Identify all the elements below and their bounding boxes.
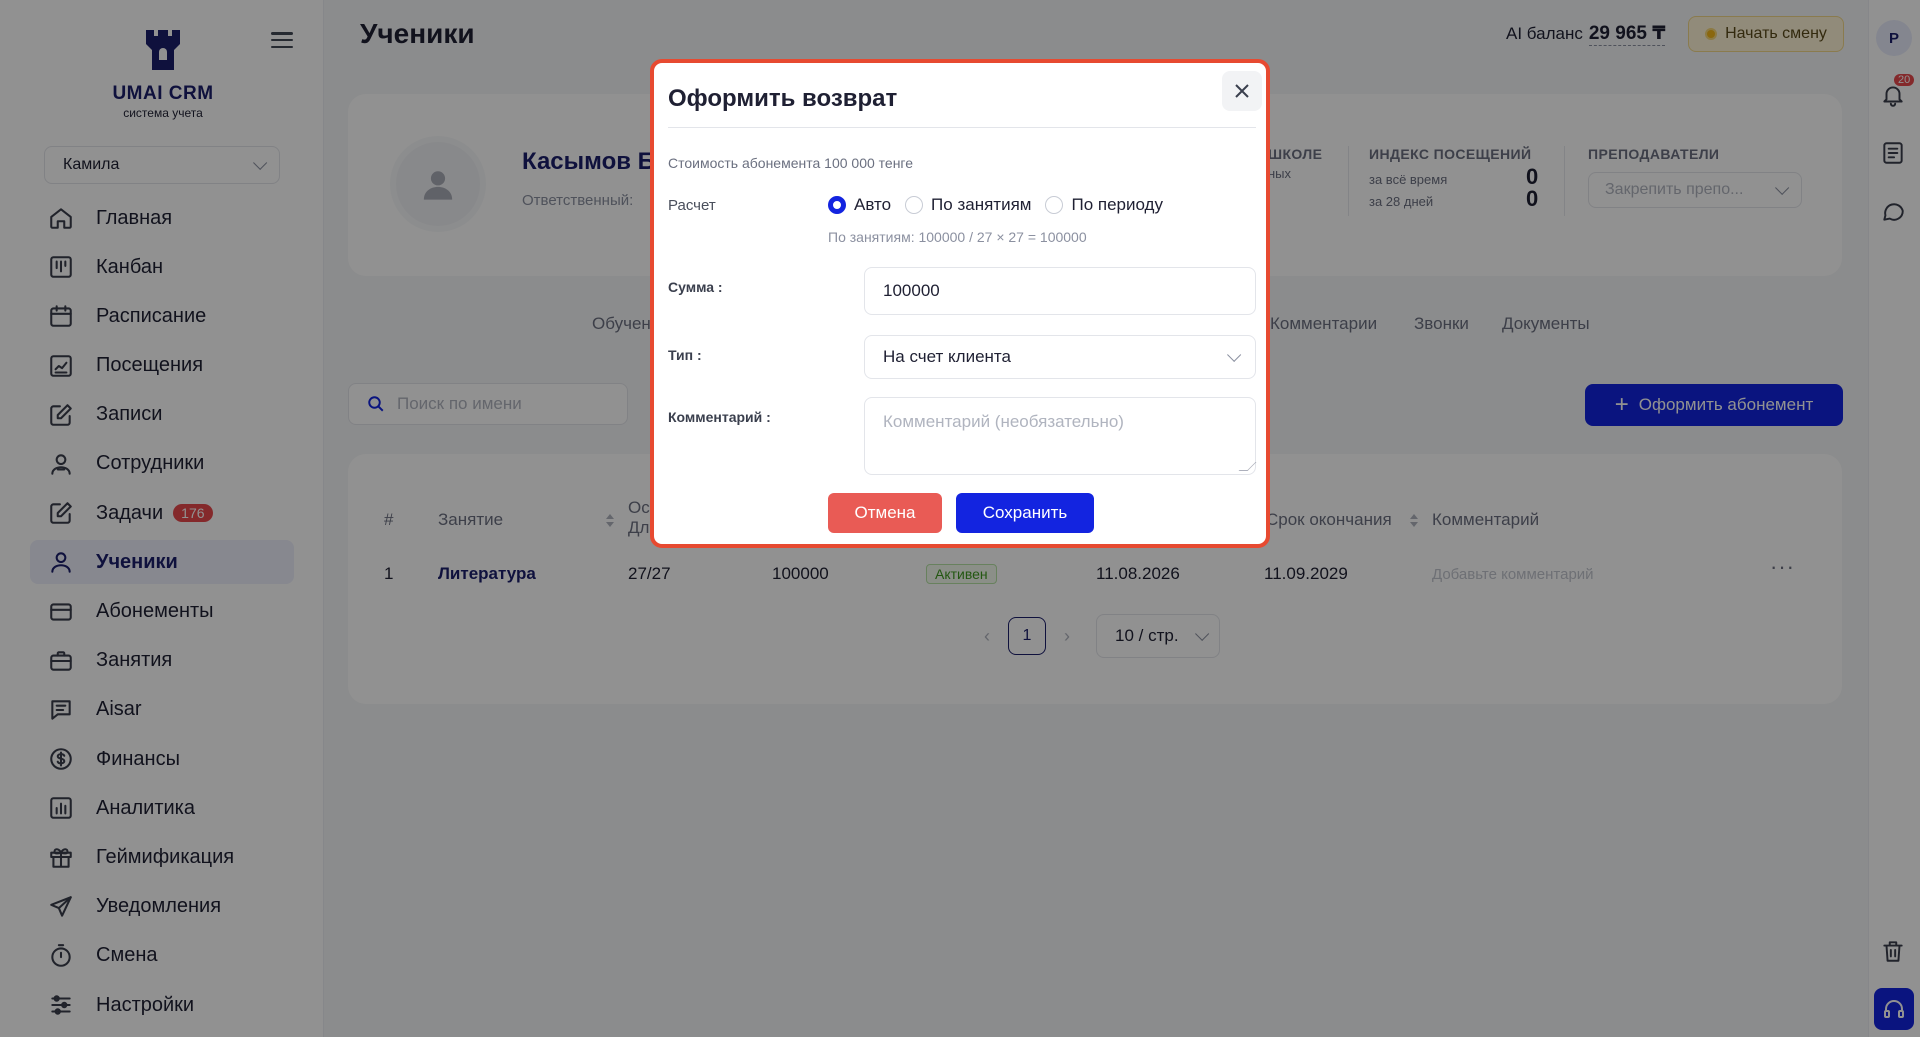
radio-label: По периоду: [1071, 195, 1163, 214]
comment-textarea[interactable]: Комментарий (необязательно): [864, 397, 1257, 475]
sum-input[interactable]: 100000: [864, 267, 1256, 315]
sum-label: Сумма :: [668, 279, 723, 295]
close-icon: [1235, 84, 1249, 98]
type-label: Тип :: [668, 347, 702, 363]
modal-divider: [668, 127, 1256, 128]
radio-unchecked-icon: [905, 196, 924, 214]
chevron-down-icon: [1227, 347, 1242, 362]
radio-unchecked-icon: [1045, 196, 1064, 214]
close-button[interactable]: [1222, 71, 1262, 111]
radio-by-lessons[interactable]: По занятиям: [905, 195, 1031, 215]
calc-label: Расчет: [668, 197, 716, 214]
sum-input-value: 100000: [883, 281, 940, 300]
radio-checked-icon: [828, 196, 846, 214]
resize-handle-icon[interactable]: [1238, 462, 1257, 471]
radio-auto[interactable]: Авто: [828, 195, 891, 215]
refund-modal: Оформить возврат Стоимость абонемента 10…: [650, 59, 1270, 548]
radio-label: Авто: [854, 195, 892, 214]
calc-hint: По занятиям: 100000 / 27 × 27 = 100000: [828, 229, 1087, 245]
type-select-value: На счет клиента: [883, 347, 1011, 366]
modal-title: Оформить возврат: [668, 85, 898, 112]
radio-label: По занятиям: [931, 195, 1032, 214]
save-button[interactable]: Сохранить: [956, 493, 1094, 533]
cancel-button[interactable]: Отмена: [828, 493, 942, 533]
type-select[interactable]: На счет клиента: [864, 335, 1256, 379]
calc-radio-group: Авто По занятиям По периоду: [828, 195, 1177, 215]
radio-by-period[interactable]: По периоду: [1045, 195, 1163, 215]
subscription-cost-text: Стоимость абонемента 100 000 тенге: [668, 155, 914, 171]
comment-placeholder: Комментарий (необязательно): [883, 412, 1124, 431]
comment-label: Комментарий :: [668, 409, 771, 425]
